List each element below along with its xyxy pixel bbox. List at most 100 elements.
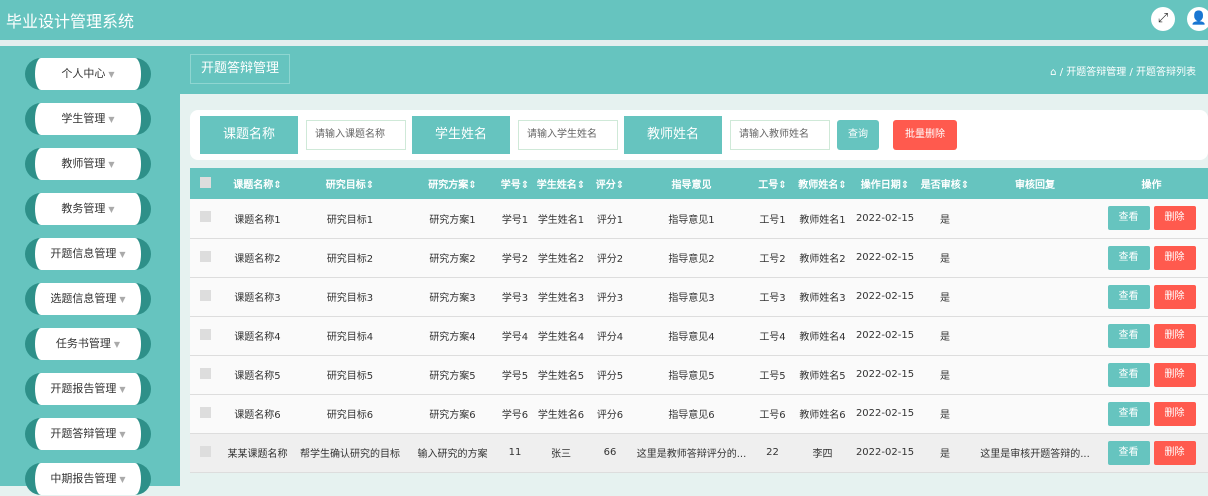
user-icon[interactable]: 👤 <box>1187 7 1208 31</box>
column-header: 操作 <box>1095 168 1208 199</box>
table-cell: 是 <box>915 355 975 395</box>
table-cell <box>975 277 1095 317</box>
row-checkbox[interactable] <box>190 277 220 317</box>
table-cell: 输入研究的方案 <box>405 433 500 473</box>
sort-icon[interactable]: ⇕ <box>366 180 374 191</box>
query-button[interactable]: 查询 <box>837 120 879 150</box>
table-cell: 2022-02-15 <box>855 199 915 239</box>
column-header-label: 学生姓名 <box>536 180 577 191</box>
view-button[interactable]: 查看 <box>1107 206 1150 231</box>
table-row: 课题名称4 研究目标4 研究方案4 学号4 学生姓名4 评分4 指导意见4 工号4 教师姓名4 2… <box>190 316 1208 356</box>
row-checkbox[interactable] <box>190 238 220 278</box>
sort-icon[interactable]: ⇕ <box>838 180 846 191</box>
row-checkbox[interactable] <box>190 316 220 356</box>
sidebar-item[interactable]: 中期报告管理 ▼ <box>25 463 151 495</box>
table-cell: 指导意见2 <box>628 238 755 278</box>
column-header[interactable]: 课题名称⇕ <box>220 168 295 199</box>
table-row: 课题名称3 研究目标3 研究方案3 学号3 学生姓名3 评分3 指导意见3 工号3 教师姓名3 2… <box>190 277 1208 317</box>
delete-button[interactable]: 删除 <box>1153 401 1196 426</box>
column-header-label: 指导意见 <box>671 180 712 191</box>
batch-delete-button[interactable]: 批量删除 <box>893 120 957 150</box>
sidebar-item[interactable]: 开题答辩管理 ▼ <box>25 418 151 450</box>
table-cell: 这里是教师答辩评分的... <box>628 433 755 473</box>
topic-search-input[interactable]: 请输入课题名称 <box>306 120 406 150</box>
chevron-down-icon: ▼ <box>119 385 126 394</box>
view-button[interactable]: 查看 <box>1107 440 1150 465</box>
sidebar-item-label: 中期报告管理 <box>50 472 117 485</box>
view-button[interactable]: 查看 <box>1107 245 1150 270</box>
table-cell: 是 <box>915 433 975 473</box>
column-header[interactable]: 学号⇕ <box>500 168 530 199</box>
teacher-search-input[interactable]: 请输入教师姓名 <box>730 120 830 150</box>
table-cell: 研究目标2 <box>295 238 405 278</box>
table-row: 课题名称1 研究目标1 研究方案1 学号1 学生姓名1 评分1 指导意见1 工号1 教师姓名1 2… <box>190 199 1208 239</box>
sidebar-item[interactable]: 教师管理 ▼ <box>25 148 151 180</box>
table-cell: 评分4 <box>592 316 628 356</box>
chevron-down-icon: ▼ <box>108 205 115 214</box>
sidebar-item[interactable]: 选题信息管理 ▼ <box>25 283 151 315</box>
table-row: 某某课题名称 帮学生确认研究的目标 输入研究的方案 11 张三 66 这里是教师答辩评分的.… <box>190 433 1208 473</box>
column-header[interactable]: 学生姓名⇕ <box>530 168 592 199</box>
column-header[interactable]: 研究方案⇕ <box>405 168 500 199</box>
fullscreen-icon[interactable]: ⤢ <box>1151 7 1175 31</box>
sort-icon[interactable]: ⇕ <box>901 180 909 191</box>
column-header-label: 操作 <box>1141 180 1162 191</box>
column-header[interactable]: 工号⇕ <box>755 168 790 199</box>
table-cell: 学生姓名3 <box>530 277 592 317</box>
table-cell: 学号1 <box>500 199 530 239</box>
table-cell: 学号5 <box>500 355 530 395</box>
table-row: 课题名称6 研究目标6 研究方案6 学号6 学生姓名6 评分6 指导意见6 工号6 教师姓名6 2… <box>190 394 1208 434</box>
table-cell: 教师姓名3 <box>790 277 855 317</box>
column-header[interactable]: 研究目标⇕ <box>295 168 405 199</box>
row-checkbox[interactable] <box>190 394 220 434</box>
row-checkbox[interactable] <box>190 433 220 473</box>
chevron-down-icon: ▼ <box>119 430 126 439</box>
row-checkbox[interactable] <box>190 355 220 395</box>
sort-icon[interactable]: ⇕ <box>616 180 624 191</box>
sort-icon[interactable]: ⇕ <box>961 180 969 191</box>
table-cell: 研究目标1 <box>295 199 405 239</box>
column-header[interactable]: 教师姓名⇕ <box>790 168 855 199</box>
actions-cell: 查看 删除 <box>1095 277 1208 317</box>
sort-icon[interactable]: ⇕ <box>577 180 585 191</box>
table-cell: 某某课题名称 <box>220 433 295 473</box>
sort-icon[interactable]: ⇕ <box>273 180 281 191</box>
sidebar-item[interactable]: 学生管理 ▼ <box>25 103 151 135</box>
home-icon[interactable]: ⌂ <box>1050 67 1056 78</box>
sidebar-item-label: 开题信息管理 <box>50 247 117 260</box>
student-search-input[interactable]: 请输入学生姓名 <box>518 120 618 150</box>
delete-button[interactable]: 删除 <box>1153 362 1196 387</box>
sort-icon[interactable]: ⇕ <box>778 180 786 191</box>
sidebar-item[interactable]: 开题信息管理 ▼ <box>25 238 151 270</box>
column-header[interactable]: 是否审核⇕ <box>915 168 975 199</box>
delete-button[interactable]: 删除 <box>1153 323 1196 348</box>
view-button[interactable]: 查看 <box>1107 284 1150 309</box>
sidebar-item[interactable]: 任务书管理 ▼ <box>25 328 151 360</box>
sort-icon[interactable]: ⇕ <box>468 180 476 191</box>
table-cell: 学号2 <box>500 238 530 278</box>
select-all-checkbox[interactable] <box>190 168 220 199</box>
table-cell: 学生姓名5 <box>530 355 592 395</box>
breadcrumb-item: 开题答辩列表 <box>1136 67 1196 78</box>
sidebar-item[interactable]: 个人中心 ▼ <box>25 58 151 90</box>
table-cell: 评分1 <box>592 199 628 239</box>
sidebar-item[interactable]: 教务管理 ▼ <box>25 193 151 225</box>
column-header-label: 审核回复 <box>1015 180 1055 191</box>
table-cell: 指导意见3 <box>628 277 755 317</box>
page-title: 开题答辩管理 <box>190 54 291 84</box>
column-header[interactable]: 操作日期⇕ <box>855 168 915 199</box>
delete-button[interactable]: 删除 <box>1153 440 1196 465</box>
sort-icon[interactable]: ⇕ <box>521 180 529 191</box>
row-checkbox[interactable] <box>190 199 220 239</box>
column-header-label: 学号 <box>500 180 521 191</box>
breadcrumb-item[interactable]: 开题答辩管理 <box>1066 67 1126 78</box>
column-header[interactable]: 评分⇕ <box>592 168 628 199</box>
view-button[interactable]: 查看 <box>1107 362 1150 387</box>
table-cell: 工号5 <box>755 355 790 395</box>
delete-button[interactable]: 删除 <box>1153 206 1196 231</box>
delete-button[interactable]: 删除 <box>1153 284 1196 309</box>
view-button[interactable]: 查看 <box>1107 323 1150 348</box>
delete-button[interactable]: 删除 <box>1153 245 1196 270</box>
sidebar-item[interactable]: 开题报告管理 ▼ <box>25 373 151 405</box>
view-button[interactable]: 查看 <box>1107 401 1150 426</box>
